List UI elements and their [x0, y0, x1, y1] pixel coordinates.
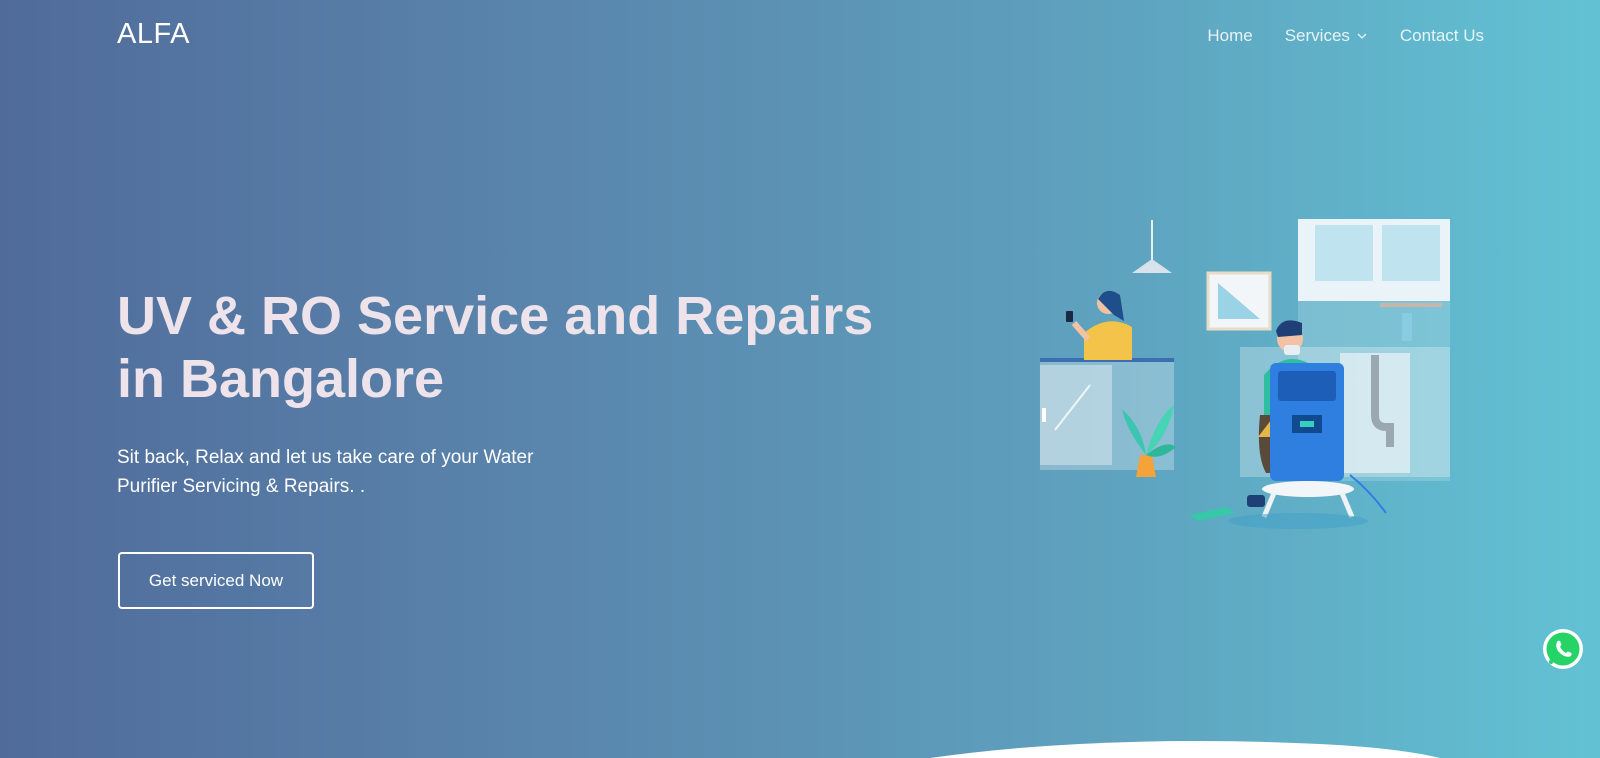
- water-purifier-repair-illustration: [1040, 219, 1450, 529]
- hero-subtitle: Sit back, Relax and let us take care of …: [117, 443, 557, 501]
- hero-title-line1: UV & RO Service and Repairs: [117, 286, 874, 346]
- hero-title-line2: in Bangalore: [117, 349, 445, 409]
- navbar: ALFA Home Services Contact Us: [0, 0, 1600, 72]
- bottom-wave: [930, 741, 1440, 758]
- nav-contact-link[interactable]: Contact Us: [1400, 26, 1484, 46]
- hero-subtitle-line2: Purifier Servicing & Repairs. .: [117, 476, 366, 497]
- main-nav: Home Services Contact Us: [1207, 26, 1484, 46]
- nav-services-link[interactable]: Services: [1285, 26, 1368, 46]
- nav-home-link[interactable]: Home: [1207, 26, 1252, 46]
- hero-subtitle-line1: Sit back, Relax and let us take care of …: [117, 447, 534, 468]
- whatsapp-icon[interactable]: [1542, 628, 1584, 670]
- nav-services-label: Services: [1284, 26, 1350, 45]
- hero-title: UV & RO Service and Repairs in Bangalore: [117, 285, 897, 411]
- nav-home-label: Home: [1207, 26, 1253, 45]
- nav-contact-label: Contact Us: [1399, 26, 1484, 45]
- brand-logo[interactable]: ALFA: [117, 18, 190, 51]
- get-serviced-button[interactable]: Get serviced Now: [118, 552, 314, 609]
- chevron-down-icon: [1357, 33, 1367, 39]
